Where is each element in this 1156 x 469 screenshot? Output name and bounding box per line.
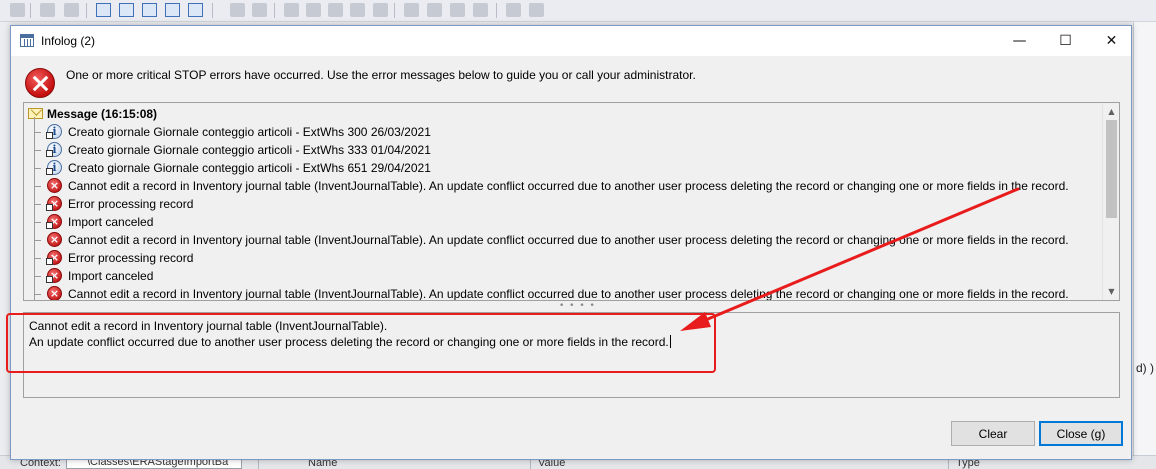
scroll-down-arrow-icon[interactable]: ▼ (1103, 283, 1119, 300)
outdent-icon[interactable] (427, 3, 442, 17)
infolog-dialog: Infolog (2) — ☐ ✕ One or more critical S… (10, 25, 1132, 460)
envelope-icon (28, 108, 43, 120)
toolbar-separator (86, 3, 87, 18)
minimize-button[interactable]: — (997, 26, 1042, 56)
document-overlay-icon (46, 222, 53, 229)
message-text: Cannot edit a record in Inventory journa… (68, 179, 1069, 193)
tree-connector-tick (35, 294, 41, 295)
close-window-button[interactable]: ✕ (1089, 26, 1134, 56)
lookup-icon[interactable] (529, 3, 544, 17)
toolbar-separator (274, 3, 275, 18)
message-tree[interactable]: Message (16:15:08) i Creato giornale Gior… (23, 102, 1120, 301)
scroll-up-arrow-icon[interactable]: ▲ (1103, 103, 1119, 120)
message-row[interactable]: i Creato giornale Giornale conteggio arti… (24, 141, 1099, 159)
header-message: One or more critical STOP errors have oc… (66, 68, 696, 82)
message-row[interactable]: × Error processing record (24, 249, 1099, 267)
tree-header-label: Message (16:15:08) (47, 107, 158, 121)
tree-connector-tick (35, 132, 41, 133)
tree-vertical-scrollbar[interactable]: ▲ ▼ (1102, 103, 1119, 300)
error-icon: × (46, 250, 62, 265)
message-text: Cannot edit a record in Inventory journa… (68, 287, 1069, 301)
find-icon[interactable] (40, 3, 55, 17)
info-icon: i (46, 160, 62, 175)
message-text: Creato giornale Giornale conteggio artic… (68, 125, 431, 139)
form-view-icon[interactable] (96, 3, 111, 17)
message-text: Error processing record (68, 197, 194, 211)
tree-connector-tick (35, 222, 41, 223)
title-bar[interactable]: Infolog (2) — ☐ ✕ (11, 26, 1131, 56)
message-row[interactable]: i Creato giornale Giornale conteggio arti… (24, 123, 1099, 141)
comment-icon[interactable] (450, 3, 465, 17)
message-row[interactable]: × Cannot edit a record in Inventory journ… (24, 177, 1099, 195)
compile-icon[interactable] (165, 3, 180, 17)
binoculars-icon[interactable] (64, 3, 79, 17)
ide-toolbar (0, 0, 1156, 22)
run-icon[interactable] (230, 3, 245, 17)
background-editor (1133, 22, 1156, 469)
message-text: Import canceled (68, 269, 154, 283)
toolbar-separator (394, 3, 395, 18)
message-text: Cannot edit a record in Inventory journa… (68, 233, 1069, 247)
stop-icon[interactable] (252, 3, 267, 17)
tool-icon[interactable] (350, 3, 365, 17)
critical-stop-icon (25, 68, 55, 98)
message-text: Import canceled (68, 215, 154, 229)
close-button[interactable]: Close (g) (1039, 421, 1123, 446)
tree-connector-tick (35, 204, 41, 205)
document-overlay-icon (46, 204, 53, 211)
error-icon: × (46, 196, 62, 211)
message-row[interactable]: × Import canceled (24, 213, 1099, 231)
document-overlay-icon (46, 276, 53, 283)
breakpoint-icon[interactable] (284, 3, 299, 17)
tree-header-row[interactable]: Message (16:15:08) (28, 105, 157, 123)
error-icon: × (46, 214, 62, 229)
step-icon[interactable] (306, 3, 321, 17)
info-icon: i (46, 142, 62, 157)
toolbar-separator (30, 3, 31, 18)
message-row[interactable]: × Cannot edit a record in Inventory journ… (24, 231, 1099, 249)
help-icon[interactable] (373, 3, 388, 17)
debug-icon[interactable] (328, 3, 343, 17)
tree-connector-tick (35, 258, 41, 259)
toolbar-separator (496, 3, 497, 18)
document-overlay-icon (46, 168, 53, 175)
indent-icon[interactable] (404, 3, 419, 17)
go-to-icon[interactable] (506, 3, 521, 17)
print-icon[interactable] (10, 3, 25, 17)
infolog-window-icon (20, 34, 34, 47)
maximize-button[interactable]: ☐ (1043, 26, 1088, 56)
message-row[interactable]: × Error processing record (24, 195, 1099, 213)
tree-connector-tick (35, 186, 41, 187)
message-row[interactable]: × Import canceled (24, 267, 1099, 285)
message-text: Creato giornale Giornale conteggio artic… (68, 161, 431, 175)
document-overlay-icon (46, 132, 53, 139)
message-row[interactable]: × Cannot edit a record in Inventory journ… (24, 285, 1099, 301)
message-row[interactable]: i Creato giornale Giornale conteggio arti… (24, 159, 1099, 177)
tree-connector-tick (35, 168, 41, 169)
splitter-grip[interactable]: • • • • (559, 302, 596, 311)
uncomment-icon[interactable] (473, 3, 488, 17)
tree-connector-tick (35, 150, 41, 151)
scroll-thumb[interactable] (1106, 120, 1117, 218)
error-icon: × (47, 178, 62, 193)
window-title: Infolog (2) (41, 34, 96, 48)
clear-button[interactable]: Clear (951, 421, 1035, 446)
toolbar-separator (212, 3, 213, 18)
properties-icon[interactable] (142, 3, 157, 17)
error-icon: × (47, 232, 62, 247)
info-icon: i (46, 124, 62, 139)
save-icon[interactable] (188, 3, 203, 17)
document-overlay-icon (46, 150, 53, 157)
error-icon: × (47, 286, 62, 300)
annotation-highlight-box (6, 313, 716, 373)
grid-view-icon[interactable] (119, 3, 134, 17)
tree-connector-tick (35, 240, 41, 241)
document-overlay-icon (46, 258, 53, 265)
background-code-fragment: d) ) (1136, 361, 1154, 375)
error-icon: × (46, 268, 62, 283)
message-text: Error processing record (68, 251, 194, 265)
message-text: Creato giornale Giornale conteggio artic… (68, 143, 431, 157)
tree-connector-tick (35, 276, 41, 277)
